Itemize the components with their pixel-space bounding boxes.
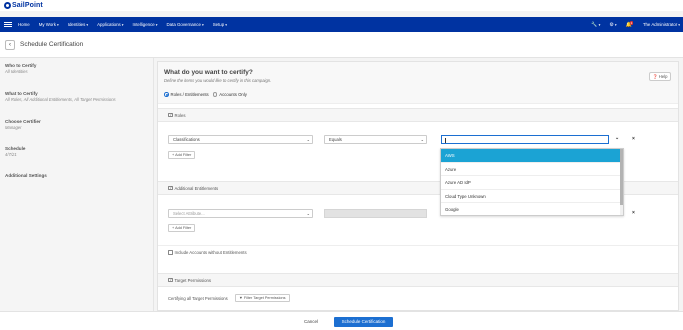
step-additional-settings[interactable]: Additional Settings — [5, 173, 47, 178]
panel-header: What do you want to certify? Define the … — [158, 62, 678, 104]
include-accounts-row[interactable]: Include Accounts without Entitlements — [158, 245, 678, 259]
nav-home[interactable]: Home — [18, 22, 30, 27]
roles-operator-select[interactable]: Equals ⌄ — [324, 135, 427, 144]
chevron-down-icon: ▾ — [201, 23, 204, 27]
entitlements-add-filter-button[interactable]: + Add Filter — [168, 224, 196, 232]
main-navbar: Home My Work▾ Identities▾ Applications▾ … — [0, 17, 683, 32]
nav-right: 🔧▾ ⚙▾ 🔔 1 The Administrator▾ — [582, 17, 680, 32]
step-subtitle: All Identities — [5, 69, 28, 74]
notification-badge: 1 — [629, 20, 634, 25]
step-subtitle: All Roles, All Additional Entitlements, … — [5, 97, 116, 102]
chevron-down-icon: ▾ — [678, 23, 680, 27]
sailpoint-logo[interactable]: SailPoint — [4, 1, 43, 10]
step-choose-certifier[interactable]: Choose Certifier Manager — [5, 119, 41, 130]
page-header: ‹ Schedule Certification — [0, 32, 683, 58]
chevron-down-icon: ⌄ — [306, 137, 310, 142]
include-accounts-checkbox[interactable] — [168, 250, 173, 255]
certify-type-radios: Roles / Entitlements Accounts Only — [164, 92, 251, 97]
logo-icon — [4, 2, 11, 9]
user-menu[interactable]: The Administrator▾ — [643, 22, 680, 27]
chevron-left-icon: ‹ — [9, 42, 11, 48]
panel-title: What do you want to certify? — [164, 69, 253, 76]
value-dropdown: AWS Azure Azure AD IdP Cloud Type Unknow… — [440, 148, 624, 216]
dropdown-scrollbar[interactable] — [620, 149, 623, 215]
nav-applications[interactable]: Applications▾ — [97, 22, 123, 27]
filter-target-permissions-button[interactable]: ▼ Filter Target Permissions — [235, 294, 290, 302]
schedule-certification-button[interactable]: Schedule Certification — [334, 317, 393, 327]
chevron-down-icon[interactable]: ⌄ — [615, 135, 619, 141]
wrench-icon[interactable]: 🔧▾ — [591, 22, 600, 28]
page-title: Schedule Certification — [20, 41, 84, 48]
dropdown-option-azure-ad-idp[interactable]: Azure AD IdP — [441, 176, 623, 190]
filter-icon: ▼ — [239, 296, 243, 300]
roles-attribute-select[interactable]: Classifications ⌄ — [168, 135, 313, 144]
wizard-sidebar: Who to Certify All Identities What to Ce… — [0, 58, 154, 311]
step-title: Choose Certifier — [5, 119, 41, 124]
nav-identities[interactable]: Identities▾ — [68, 22, 88, 27]
nav-my-work[interactable]: My Work▾ — [39, 22, 59, 27]
step-what-to-certify[interactable]: What to Certify All Roles, All Additiona… — [5, 91, 116, 102]
brand-bar: SailPoint — [0, 0, 683, 11]
remove-filter-icon[interactable]: × — [632, 210, 635, 216]
entitlement-operator-disabled — [324, 209, 427, 218]
target-permissions-checkbox[interactable] — [168, 277, 173, 283]
logo-text: SailPoint — [12, 2, 43, 9]
step-title: What to Certify — [5, 91, 38, 96]
step-subtitle: Manager — [5, 125, 22, 130]
roles-value-input[interactable] — [441, 135, 609, 144]
radio-roles-entitlements[interactable]: Roles / Entitlements — [164, 92, 209, 97]
chevron-down-icon: ▾ — [86, 23, 89, 27]
step-title: Schedule — [5, 146, 26, 151]
nav-setup[interactable]: Setup▾ — [213, 22, 227, 27]
entitlement-attribute-select[interactable]: Select Attribute... ⌄ — [168, 209, 313, 218]
cancel-button[interactable]: Cancel — [304, 317, 319, 327]
chevron-down-icon: ⌄ — [420, 137, 424, 142]
roles-checkbox[interactable] — [168, 112, 173, 118]
footer-bar: Cancel Schedule Certification — [0, 311, 683, 330]
nav-intelligence[interactable]: Intelligence▾ — [133, 22, 158, 27]
roles-add-filter-button[interactable]: + Add Filter — [168, 151, 196, 159]
question-icon: ❓ — [652, 73, 658, 79]
radio-accounts-only[interactable]: Accounts Only — [212, 92, 247, 97]
step-schedule[interactable]: Schedule 4/7/21 — [5, 146, 25, 157]
panel-subtitle: Define the items you would like to certi… — [164, 78, 272, 83]
chevron-down-icon: ▾ — [155, 23, 158, 27]
entitlements-checkbox[interactable] — [168, 185, 173, 191]
radio-selected[interactable] — [164, 92, 169, 97]
scrollbar-thumb[interactable] — [620, 149, 623, 205]
gear-icon[interactable]: ⚙▾ — [609, 22, 616, 28]
target-permissions-header[interactable]: Target Permissions — [158, 273, 678, 287]
step-who-to-certify[interactable]: Who to Certify All Identities — [5, 63, 36, 74]
chevron-down-icon: ▾ — [121, 23, 124, 27]
chevron-down-icon: ▾ — [56, 23, 59, 27]
nav-data-governance[interactable]: Data Governance▾ — [167, 22, 204, 27]
dropdown-option-azure[interactable]: Azure — [441, 163, 623, 176]
remove-filter-icon[interactable]: × — [632, 136, 635, 142]
chevron-down-icon: ▾ — [225, 23, 227, 27]
radio-unselected[interactable] — [212, 92, 218, 97]
menu-icon[interactable] — [4, 21, 12, 29]
dropdown-option-google[interactable]: Google — [441, 203, 623, 215]
target-permissions-text: Certifying all Target Permissions — [168, 296, 228, 301]
chevron-down-icon: ⌄ — [306, 211, 310, 216]
step-title: Additional Settings — [5, 173, 47, 178]
help-button[interactable]: ❓ Help — [649, 72, 671, 81]
dropdown-option-aws[interactable]: AWS — [441, 149, 623, 163]
step-subtitle: 4/7/21 — [5, 152, 17, 157]
back-button[interactable]: ‹ — [5, 40, 15, 50]
dropdown-option-cloud-type-unknown[interactable]: Cloud Type Unknown — [441, 190, 623, 203]
step-title: Who to Certify — [5, 63, 37, 68]
roles-section-header[interactable]: Roles — [158, 108, 678, 122]
bell-icon[interactable]: 🔔 1 — [626, 20, 634, 28]
